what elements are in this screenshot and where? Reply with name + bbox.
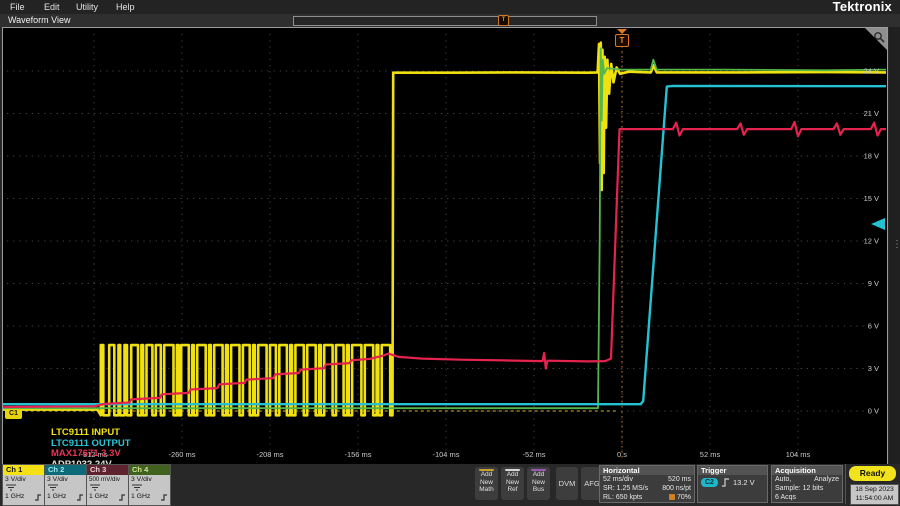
trigger-level-arrow[interactable] xyxy=(871,218,885,230)
ch1-ground-marker[interactable]: C1 xyxy=(5,409,22,419)
waveform-display[interactable]: -312 ms-260 ms-208 ms-156 ms-104 ms-52 m… xyxy=(2,27,888,465)
pan-position-icon xyxy=(669,494,675,500)
y-axis-label: 9 V xyxy=(868,279,879,288)
channel-badge-ch1[interactable]: Ch 1 3 V/div 1 GHz xyxy=(2,464,45,506)
ch2-bandwidth: 1 GHz xyxy=(47,492,66,501)
rising-edge-icon xyxy=(721,478,730,487)
x-axis-label: 0 s xyxy=(617,450,627,459)
tab-bar: Waveform View T xyxy=(0,14,900,27)
menu-file[interactable]: File xyxy=(10,0,25,14)
ground-coupling-icon xyxy=(89,484,126,492)
legend-ch3: MAX17671 3.3V xyxy=(51,449,131,460)
trigger-position-marker[interactable]: T xyxy=(615,29,629,47)
x-axis-label: -208 ms xyxy=(256,450,283,459)
y-axis-label: 12 V xyxy=(864,237,879,246)
bandwidth-icon xyxy=(76,493,84,501)
acquisition-panel[interactable]: Acquisition Auto,Analyze Sample: 12 bits… xyxy=(771,465,843,503)
ch1-scale: 3 V/div xyxy=(5,475,42,484)
tab-waveform-view[interactable]: Waveform View xyxy=(8,14,71,27)
x-axis-label: -104 ms xyxy=(432,450,459,459)
date: 18 Sep 2023 xyxy=(851,485,898,494)
trigger-level: 13.2 V xyxy=(733,478,755,487)
trigger-source-badge: C2 xyxy=(701,478,718,487)
y-axis-label: 24 V xyxy=(864,67,879,76)
ground-coupling-icon xyxy=(5,484,42,492)
channel-badge-ch2[interactable]: Ch 2 3 V/div 1 GHz xyxy=(44,464,87,506)
bottom-bar: Ch 1 3 V/div 1 GHz Ch 2 3 V/div 1 GHz Ch… xyxy=(0,464,900,506)
horizontal-panel[interactable]: Horizontal 52 ms/div520 ms SR: 1.25 MS/s… xyxy=(599,465,695,503)
ch2-scale: 3 V/div xyxy=(47,475,84,484)
channel-badge-ch3[interactable]: Ch 3 500 mV/div 1 GHz xyxy=(86,464,129,506)
bandwidth-icon xyxy=(118,493,126,501)
y-axis-label: 15 V xyxy=(864,194,879,203)
trace-ch3 xyxy=(3,122,886,407)
ground-coupling-icon xyxy=(47,484,84,492)
y-axis-label: 6 V xyxy=(868,322,879,331)
right-gutter: ⋮ xyxy=(889,27,900,464)
ch3-bandwidth: 1 GHz xyxy=(89,492,108,501)
menu-help[interactable]: Help xyxy=(116,0,135,14)
add-new-math-button[interactable]: Add New Math xyxy=(475,467,498,500)
channel-badge-ch4[interactable]: Ch 4 3 V/div 1 GHz xyxy=(128,464,171,506)
drag-handle-icon[interactable]: ⋮ xyxy=(892,242,900,248)
x-axis-label: 104 ms xyxy=(786,450,811,459)
ch4-bandwidth: 1 GHz xyxy=(131,492,150,501)
dvm-button[interactable]: DVM xyxy=(556,467,578,500)
datetime-display: 18 Sep 2023 11:54:00 AM xyxy=(850,484,899,505)
tektronix-logo: Tektronix xyxy=(833,0,892,14)
ch4-scale: 3 V/div xyxy=(131,475,168,484)
add-new-bus-button[interactable]: Add New Bus xyxy=(527,467,550,500)
add-new-ref-button[interactable]: Add New Ref xyxy=(501,467,524,500)
divider xyxy=(845,464,846,504)
menu-bar: File Edit Utility Help Tektronix xyxy=(0,0,900,14)
y-axis-label: 0 V xyxy=(868,407,879,416)
trigger-panel[interactable]: Trigger C2 13.2 V xyxy=(697,465,768,503)
x-axis-label: -260 ms xyxy=(168,450,195,459)
overview-trigger-marker[interactable]: T xyxy=(498,15,509,26)
horizontal-position-scrollbar[interactable]: T xyxy=(293,16,597,26)
ground-coupling-icon xyxy=(131,484,168,492)
x-axis-label: -156 ms xyxy=(344,450,371,459)
trace-ch2 xyxy=(3,86,886,404)
ch3-scale: 500 mV/div xyxy=(89,475,126,484)
menu-edit[interactable]: Edit xyxy=(44,0,60,14)
waveform-plot: -312 ms-260 ms-208 ms-156 ms-104 ms-52 m… xyxy=(3,28,887,464)
ch1-bandwidth: 1 GHz xyxy=(5,492,24,501)
trace-ch4 xyxy=(3,48,886,408)
legend-ch1: LTC9111 INPUT xyxy=(51,428,131,439)
bandwidth-icon xyxy=(34,493,42,501)
x-axis-label: -52 ms xyxy=(523,450,546,459)
y-axis-label: 21 V xyxy=(864,109,879,118)
x-axis-label: 52 ms xyxy=(700,450,721,459)
bandwidth-icon xyxy=(160,493,168,501)
y-axis-label: 3 V xyxy=(868,364,879,373)
ready-status-badge: Ready xyxy=(849,466,896,481)
menu-utility[interactable]: Utility xyxy=(76,0,98,14)
y-axis-label: 18 V xyxy=(864,152,879,161)
time: 11:54:00 AM xyxy=(851,494,898,503)
